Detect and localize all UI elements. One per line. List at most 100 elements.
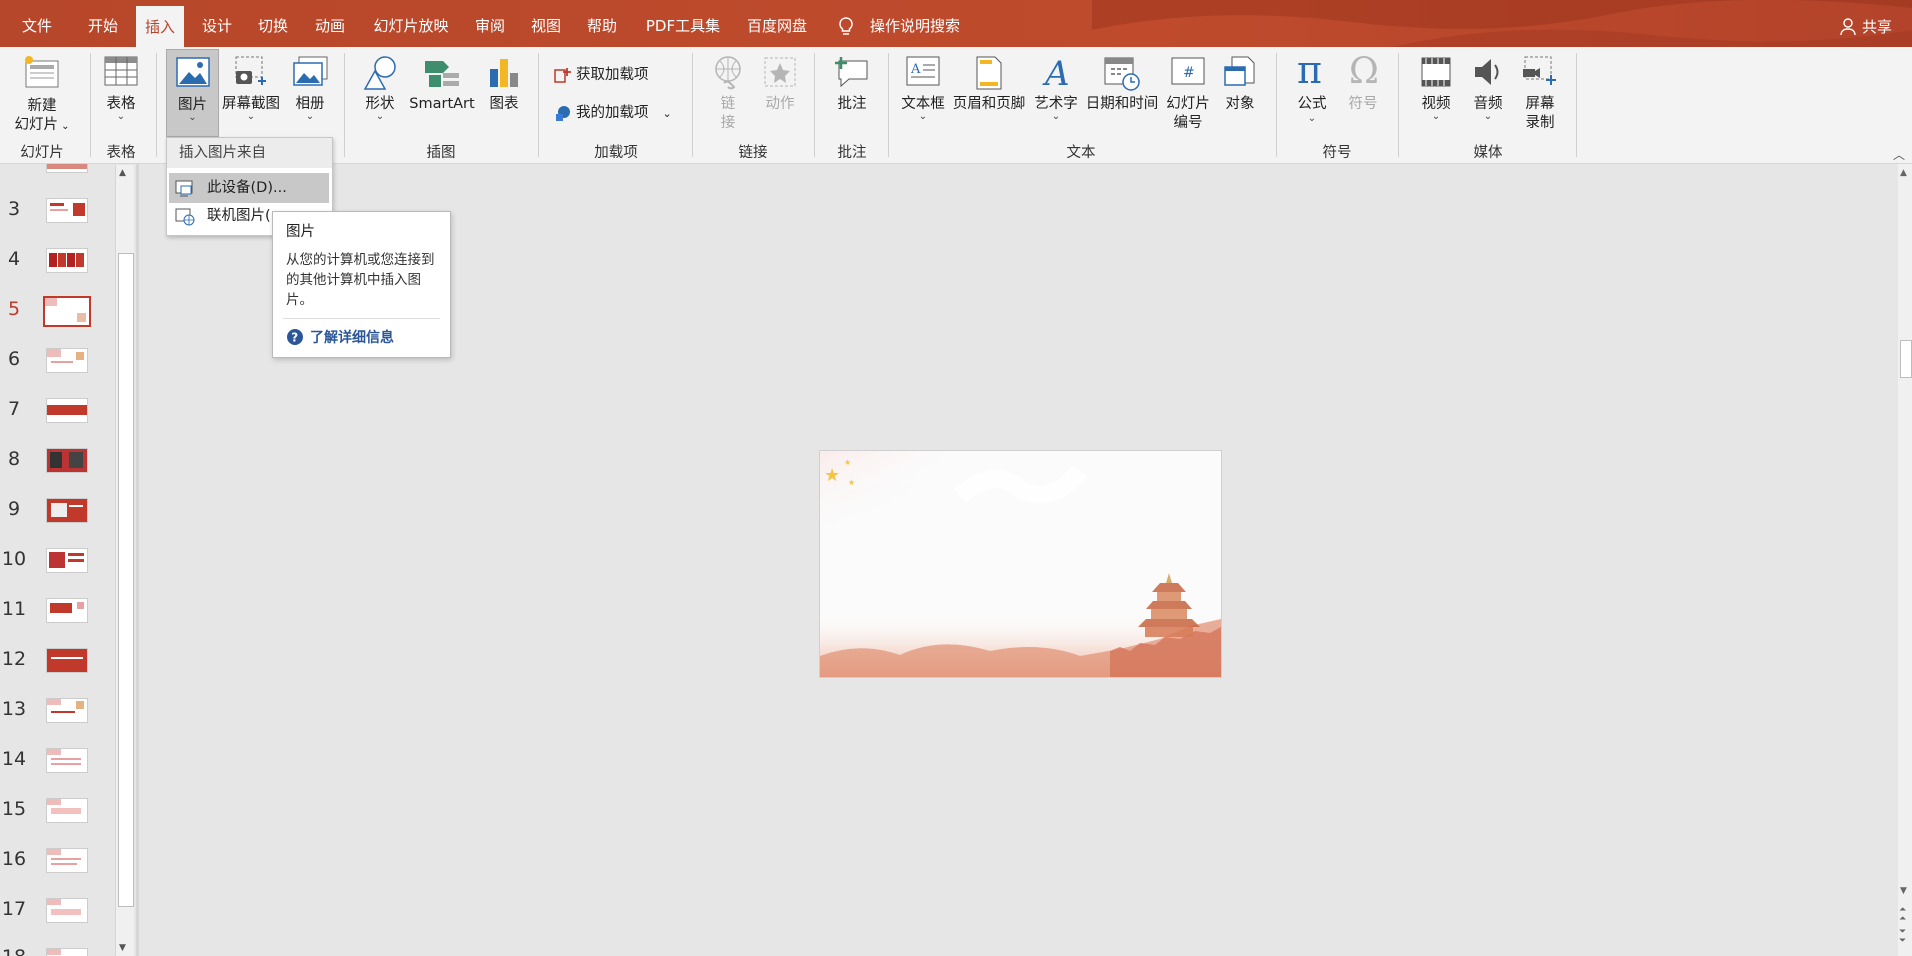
smartart-button[interactable]: SmartArt bbox=[406, 47, 478, 137]
scroll-down-icon[interactable]: ▼ bbox=[1900, 886, 1907, 896]
tab-view[interactable]: 视图 bbox=[523, 0, 569, 47]
slide-thumbnail-row[interactable]: 9 bbox=[0, 498, 120, 548]
object-button[interactable]: 对象 bbox=[1216, 47, 1264, 137]
slide-thumbnail-row[interactable]: 17 bbox=[0, 898, 120, 948]
slide-thumbnail-row[interactable]: 5 bbox=[0, 296, 120, 346]
chevron-down-icon: ⌄ bbox=[1307, 113, 1317, 124]
datetime-button[interactable]: 日期和时间 bbox=[1084, 47, 1160, 137]
header-footer-button[interactable]: 页眉和页脚 bbox=[950, 47, 1028, 137]
slide-thumbnail-row[interactable]: 15 bbox=[0, 798, 120, 848]
slide-thumbnail[interactable] bbox=[46, 348, 88, 373]
chevron-down-icon: ⌄ bbox=[918, 111, 928, 122]
tab-review[interactable]: 审阅 bbox=[467, 0, 513, 47]
textbox-button[interactable]: A 文本框 ⌄ bbox=[898, 47, 948, 137]
object-label: 对象 bbox=[1225, 96, 1255, 112]
scroll-up-icon[interactable]: ▲ bbox=[119, 168, 126, 178]
slide-thumbnail[interactable] bbox=[46, 598, 88, 623]
action-button[interactable]: 动作 bbox=[756, 47, 804, 137]
slide-thumbnail[interactable] bbox=[46, 748, 88, 773]
slide-thumbnail[interactable] bbox=[46, 648, 88, 673]
my-addins-button[interactable]: 我的加载项 ⌄ bbox=[554, 101, 672, 122]
slide-thumbnail[interactable] bbox=[46, 948, 88, 956]
collapse-ribbon-icon[interactable]: ︿ bbox=[1893, 146, 1905, 163]
tab-file[interactable]: 文件 bbox=[14, 0, 60, 47]
slide-thumbnail[interactable] bbox=[46, 798, 88, 823]
slide-thumbnail-row[interactable]: 6 bbox=[0, 348, 120, 398]
group-label-addins: 加载项 bbox=[594, 145, 638, 161]
tab-transitions[interactable]: 切换 bbox=[250, 0, 296, 47]
scrollbar-thumb[interactable] bbox=[1900, 340, 1912, 378]
slide-number-button[interactable]: # 幻灯片 编号 bbox=[1162, 47, 1214, 137]
video-button[interactable]: 视频 ⌄ bbox=[1410, 47, 1462, 137]
slide-thumbnail-row[interactable]: 13 bbox=[0, 698, 120, 748]
tooltip-learn-more-link[interactable]: ? 了解详细信息 bbox=[286, 327, 394, 347]
slide-number: 9 bbox=[7, 498, 21, 520]
slide-thumbnail-row[interactable]: 3 bbox=[0, 198, 120, 248]
slide-thumbnail[interactable] bbox=[46, 498, 88, 523]
slide-canvas[interactable]: ★ ★ ★ bbox=[819, 450, 1222, 678]
tab-baidu-netdisk[interactable]: 百度网盘 bbox=[740, 0, 814, 47]
scrollbar-thumb[interactable] bbox=[118, 253, 134, 907]
screen-recording-button[interactable]: 屏幕 录制 bbox=[1514, 47, 1566, 137]
thumbnail-scrollbar[interactable]: ▲ ▼ bbox=[115, 165, 134, 956]
tab-design[interactable]: 设计 bbox=[194, 0, 240, 47]
new-slide-button[interactable]: 新建 幻灯片 ⌄ bbox=[8, 47, 76, 137]
next-slide-icon[interactable]: ⏷ ⏷ bbox=[1899, 928, 1906, 946]
slide-thumbnail[interactable] bbox=[46, 248, 88, 273]
tab-home[interactable]: 开始 bbox=[80, 0, 126, 47]
slide-thumbnail-row[interactable]: 12 bbox=[0, 648, 120, 698]
wordart-button[interactable]: A 艺术字 ⌄ bbox=[1030, 47, 1082, 137]
shapes-button[interactable]: 形状 ⌄ bbox=[354, 47, 406, 137]
table-button[interactable]: 表格 ⌄ bbox=[96, 47, 146, 137]
slide-background-image: ★ ★ ★ bbox=[820, 451, 1221, 677]
link-button[interactable]: 链 接 bbox=[706, 47, 750, 137]
online-pictures-icon bbox=[175, 208, 195, 226]
share-button[interactable]: 共享 bbox=[1840, 0, 1892, 47]
pane-divider[interactable] bbox=[136, 164, 139, 956]
store-icon bbox=[554, 68, 571, 83]
slide-thumbnail[interactable] bbox=[46, 898, 88, 923]
slide-thumbnail-row[interactable]: 18 bbox=[0, 946, 120, 956]
editor-scrollbar[interactable]: ▲ ▼ ⏶ ⏶ ⏷ ⏷ bbox=[1898, 164, 1912, 956]
slide-thumbnail-row[interactable]: 16 bbox=[0, 848, 120, 898]
slide-thumbnail-row[interactable]: 14 bbox=[0, 748, 120, 798]
get-addins-button[interactable]: 获取加载项 bbox=[554, 63, 649, 84]
tell-me-search[interactable]: 操作说明搜索 bbox=[836, 0, 960, 47]
slide-thumbnail[interactable] bbox=[46, 448, 88, 473]
slide-thumbnail[interactable] bbox=[46, 398, 88, 423]
slide-thumbnail-selected[interactable] bbox=[43, 296, 91, 327]
symbol-button[interactable]: Ω 符号 bbox=[1340, 47, 1386, 137]
slide-thumbnail[interactable] bbox=[46, 848, 88, 873]
slide-thumbnail-row[interactable]: 4 bbox=[0, 248, 120, 298]
slide-thumbnail[interactable] bbox=[46, 198, 88, 223]
screenshot-button[interactable]: 屏幕截图 ⌄ bbox=[218, 47, 284, 137]
photo-album-button[interactable]: 相册 ⌄ bbox=[286, 47, 334, 137]
tab-insert[interactable]: 插入 bbox=[136, 6, 184, 53]
tab-animations[interactable]: 动画 bbox=[307, 0, 353, 47]
scroll-down-icon[interactable]: ▼ bbox=[119, 943, 126, 953]
group-separator bbox=[814, 53, 815, 157]
slide-thumbnail[interactable] bbox=[46, 164, 88, 173]
chart-button[interactable]: 图表 bbox=[480, 47, 528, 137]
my-addins-label: 我的加载项 bbox=[576, 105, 649, 121]
slide-thumbnail-row[interactable]: 8 bbox=[0, 448, 120, 498]
equation-button[interactable]: π 公式 ⌄ bbox=[1288, 47, 1336, 137]
tab-slideshow[interactable]: 幻灯片放映 bbox=[364, 0, 458, 47]
slide-thumbnail-row[interactable]: 11 bbox=[0, 598, 120, 648]
audio-button[interactable]: 音频 ⌄ bbox=[1464, 47, 1512, 137]
picture-button[interactable]: 图片 ⌄ bbox=[166, 49, 219, 137]
comment-button[interactable]: 批注 bbox=[824, 47, 880, 137]
slide-thumbnail-row[interactable]: 10 bbox=[0, 548, 120, 598]
slide-thumbnail-row[interactable] bbox=[0, 164, 120, 202]
previous-slide-icon[interactable]: ⏶ ⏶ bbox=[1899, 906, 1906, 924]
slide-number: 14 bbox=[1, 748, 27, 770]
tooltip-title: 图片 bbox=[286, 224, 315, 240]
menu-item-this-device[interactable]: 此设备(D)... bbox=[169, 173, 329, 203]
slide-thumbnail[interactable] bbox=[46, 698, 88, 723]
slide-thumbnail-row[interactable]: 7 bbox=[0, 398, 120, 448]
slide-thumbnail[interactable] bbox=[46, 548, 88, 573]
tab-pdf-tools[interactable]: PDF工具集 bbox=[639, 0, 727, 47]
slide-number: 18 bbox=[0, 946, 28, 956]
scroll-up-icon[interactable]: ▲ bbox=[1900, 168, 1907, 178]
tab-help[interactable]: 帮助 bbox=[579, 0, 625, 47]
